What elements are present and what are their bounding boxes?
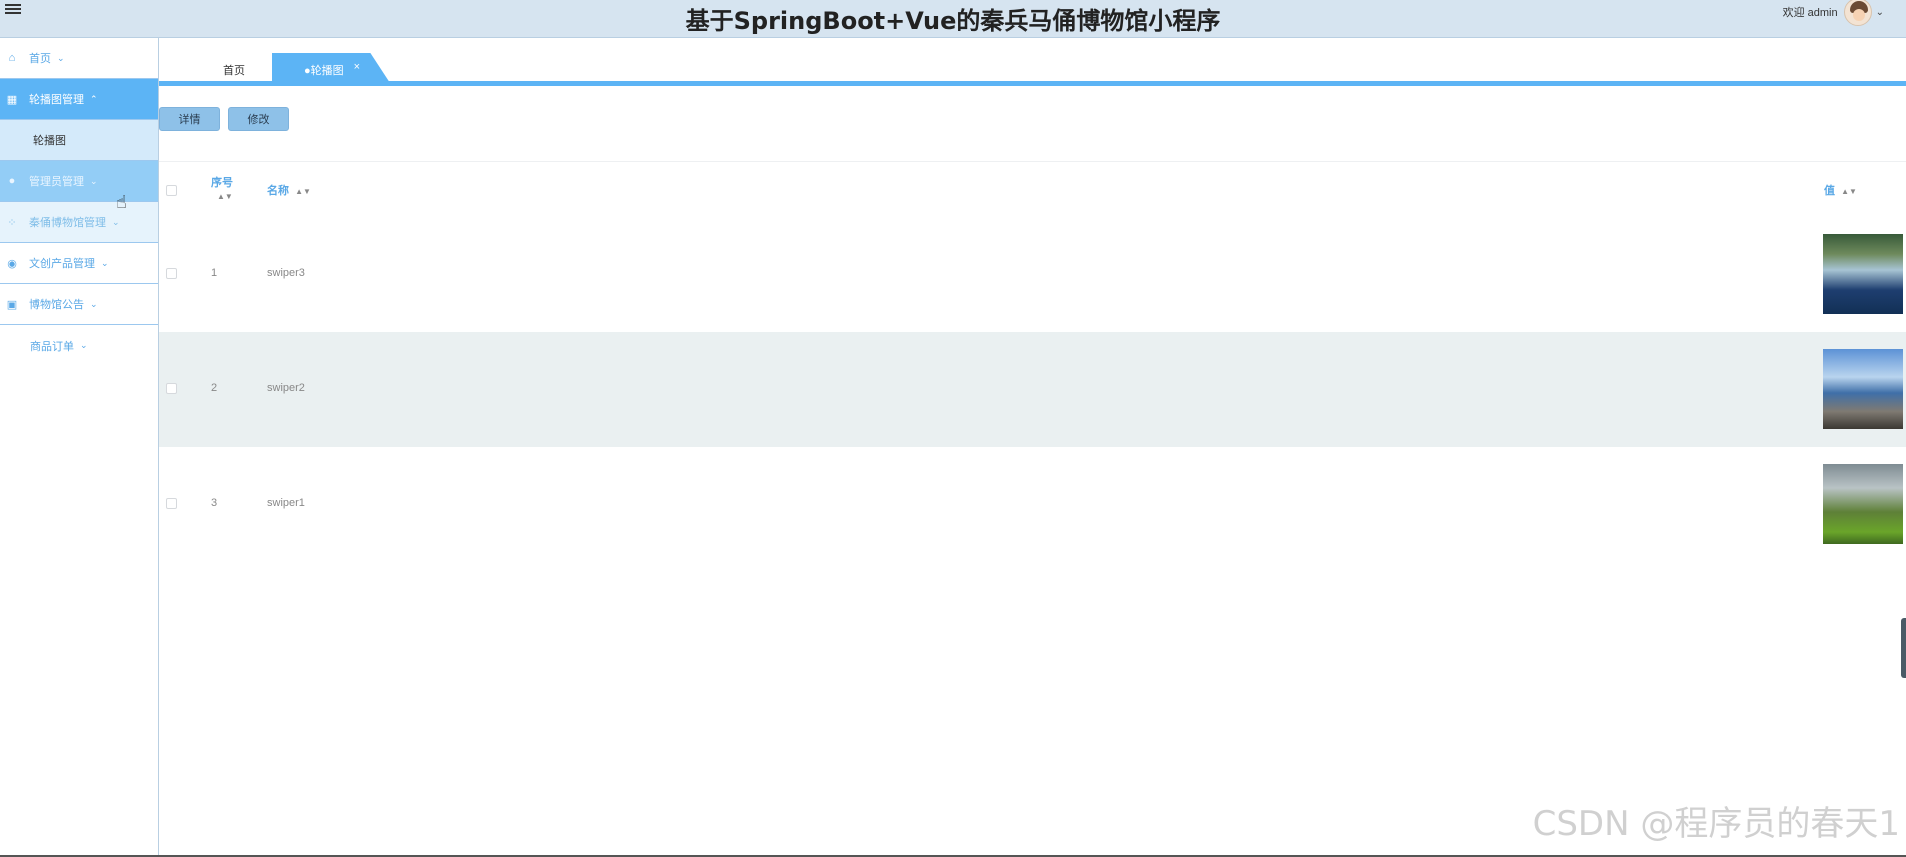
detail-button[interactable]: 详情 xyxy=(159,107,220,131)
main-content: 首页 ●轮播图 × 详情 修改 序号 ▲▼ 名称 ▲▼ 值 ▲▼ 1 swipe… xyxy=(159,38,1906,857)
chevron-down-icon: ⌄ xyxy=(90,175,98,186)
sidebar-item-announcements[interactable]: ▣ 博物馆公告 ⌄ xyxy=(0,284,158,325)
column-header-label: 值 xyxy=(1824,185,1835,197)
sidebar-item-label: 秦俑博物馆管理 xyxy=(29,217,106,229)
apps-icon: ⁘ xyxy=(7,216,17,229)
sidebar-item-label: 商品订单 xyxy=(30,340,74,353)
sort-icon[interactable]: ▲▼ xyxy=(217,192,233,201)
data-table: 序号 ▲▼ 名称 ▲▼ 值 ▲▼ 1 swiper3 2 swiper2 3 s… xyxy=(159,161,1906,562)
column-header-label: 名称 xyxy=(267,185,289,197)
sidebar-item-label: 轮播图 xyxy=(33,135,66,147)
chevron-down-icon: ⌄ xyxy=(90,298,98,309)
sidebar-item-carousel[interactable]: 轮播图 xyxy=(0,120,158,161)
sidebar-item-orders[interactable]: 商品订单 ⌄ xyxy=(0,325,158,366)
chevron-down-icon: ⌄ xyxy=(80,340,88,350)
row-checkbox[interactable] xyxy=(166,498,177,509)
sidebar-item-admin-management[interactable]: ● 管理员管理 ⌄ xyxy=(0,161,158,202)
field-image[interactable] xyxy=(1823,464,1903,544)
lake-image[interactable] xyxy=(1823,349,1903,429)
sort-icon[interactable]: ▲▼ xyxy=(1841,187,1857,196)
table-row[interactable]: 2 swiper2 xyxy=(159,332,1906,447)
circle-icon: ◉ xyxy=(7,257,17,270)
sidebar-item-label: 管理员管理 xyxy=(29,176,84,188)
row-index: 2 xyxy=(211,382,218,394)
user-icon: ● xyxy=(8,175,16,187)
chevron-up-icon: ⌃ xyxy=(90,93,98,104)
column-header-label: 序号 xyxy=(211,177,233,189)
chevron-down-icon: ⌄ xyxy=(101,257,109,268)
table-header: 序号 ▲▼ 名称 ▲▼ 值 ▲▼ xyxy=(159,161,1906,217)
table-row[interactable]: 3 swiper1 xyxy=(159,447,1906,562)
sidebar: ⌂ 首页 ⌄ ▦ 轮播图管理 ⌃ 轮播图 ● 管理员管理 ⌄ ⁘ 秦俑博物馆管理… xyxy=(0,38,159,857)
scrollbar-handle[interactable] xyxy=(1901,618,1906,678)
chevron-down-icon: ⌄ xyxy=(57,52,65,63)
column-header-value[interactable]: 值 ▲▼ xyxy=(1824,182,1857,198)
edit-button[interactable]: 修改 xyxy=(228,107,289,131)
home-icon: ⌂ xyxy=(8,52,16,64)
sidebar-item-label: 轮播图管理 xyxy=(29,94,84,106)
grid-icon: ▦ xyxy=(6,93,18,106)
sidebar-item-label: 博物馆公告 xyxy=(29,299,84,311)
chevron-down-icon: ⌄ xyxy=(112,216,120,227)
sidebar-item-label: 首页 xyxy=(29,53,51,65)
user-menu[interactable]: 欢迎 admin ⌄ xyxy=(1782,0,1884,26)
sidebar-item-home[interactable]: ⌂ 首页 ⌄ xyxy=(0,38,158,79)
sidebar-item-label: 文创产品管理 xyxy=(29,258,95,270)
tab-bar: 首页 ●轮播图 × xyxy=(159,53,1906,86)
row-index: 1 xyxy=(211,267,218,279)
column-header-index[interactable]: 序号 ▲▼ xyxy=(211,174,233,202)
row-name: swiper3 xyxy=(267,267,305,279)
chevron-down-icon[interactable]: ⌄ xyxy=(1876,7,1884,18)
select-all-checkbox[interactable] xyxy=(166,185,177,196)
app-title: 基于SpringBoot+Vue的秦兵马俑博物馆小程序 xyxy=(685,7,1221,35)
row-name: swiper2 xyxy=(267,382,305,394)
watermark: CSDN @程序员的春天1 xyxy=(1532,804,1900,844)
row-index: 3 xyxy=(211,497,218,509)
sidebar-item-products[interactable]: ◉ 文创产品管理 ⌄ xyxy=(0,243,158,284)
sort-icon[interactable]: ▲▼ xyxy=(295,187,311,196)
row-checkbox[interactable] xyxy=(166,268,177,279)
waterfall-image[interactable] xyxy=(1823,234,1903,314)
row-name: swiper1 xyxy=(267,497,305,509)
tab-home[interactable]: 首页 xyxy=(199,53,269,86)
column-header-name[interactable]: 名称 ▲▼ xyxy=(267,182,311,198)
tab-carousel[interactable]: ●轮播图 × xyxy=(272,53,392,86)
welcome-text: 欢迎 admin xyxy=(1782,7,1838,19)
sidebar-item-carousel-management[interactable]: ▦ 轮播图管理 ⌃ xyxy=(0,79,158,120)
sidebar-item-museum-management[interactable]: ⁘ 秦俑博物馆管理 ⌄ xyxy=(0,202,158,243)
tab-label: ●轮播图 xyxy=(303,64,344,77)
table-row[interactable]: 1 swiper3 xyxy=(159,217,1906,332)
notice-icon: ▣ xyxy=(6,298,18,311)
row-checkbox[interactable] xyxy=(166,383,177,394)
mouse-pointer-icon: ☝ xyxy=(116,192,127,212)
close-icon[interactable]: × xyxy=(354,61,360,73)
avatar[interactable] xyxy=(1843,0,1872,26)
top-bar: 基于SpringBoot+Vue的秦兵马俑博物馆小程序 欢迎 admin ⌄ xyxy=(0,0,1906,38)
tab-label: 首页 xyxy=(223,64,245,77)
